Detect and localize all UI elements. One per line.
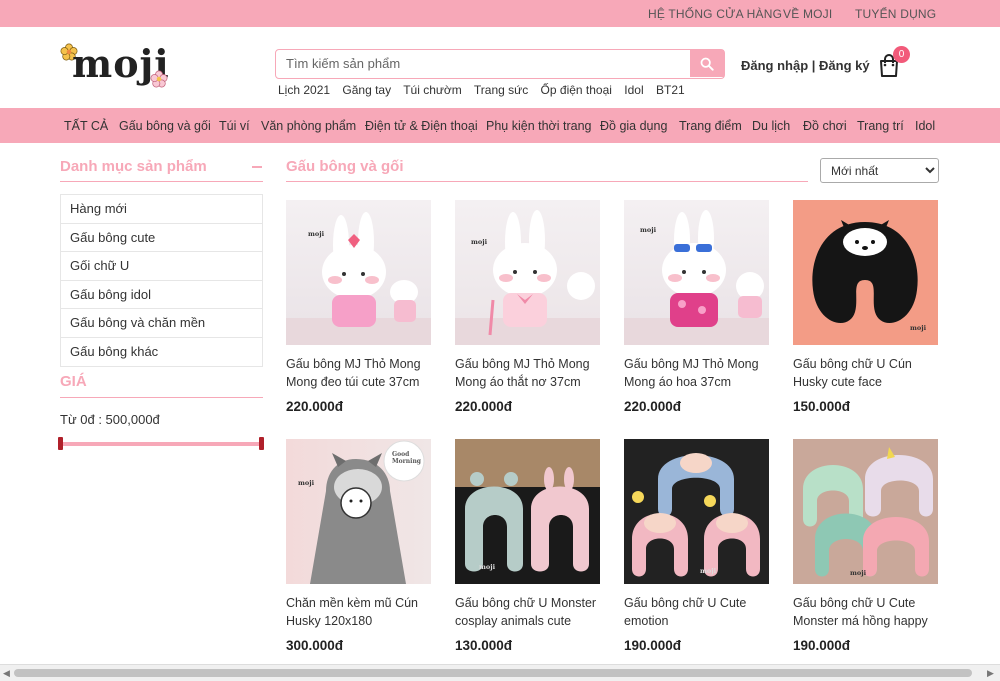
divider (60, 397, 263, 398)
nav-item-all[interactable]: TẤT CẢ (64, 119, 108, 133)
quick-link[interactable]: Găng tay (342, 83, 391, 97)
top-bar: HỆ THỐNG CỬA HÀNG VỀ MOJI TUYỂN DỤNG (0, 0, 1000, 27)
scroll-left-icon[interactable]: ◀ (3, 668, 10, 679)
product-price: 220.000đ (286, 399, 344, 414)
quick-link[interactable]: Túi chườm (403, 83, 462, 97)
product-name[interactable]: Gấu bông MJ Thỏ Mong Mong áo hoa 37cm (624, 355, 771, 393)
quick-link[interactable]: Lịch 2021 (278, 83, 330, 97)
section-title: Gấu bông và gối (286, 158, 404, 175)
product-price: 220.000đ (455, 399, 513, 414)
product-price: 150.000đ (793, 399, 851, 414)
minus-icon[interactable] (252, 166, 262, 168)
product-price: 130.000đ (455, 638, 513, 653)
category-item-new[interactable]: Hàng mới (61, 195, 262, 224)
product-price: 190.000đ (793, 638, 851, 653)
product-card[interactable]: moji Gấu bông chữ U Cute Monster má hồng… (793, 439, 940, 653)
header: moji Lịch 2021 Găng tay Túi chườm Trang … (0, 27, 1000, 108)
product-card[interactable]: moji Gấu bông chữ U Monster cosplay anim… (455, 439, 602, 653)
price-slider-min-handle[interactable] (58, 437, 63, 450)
moji-watermark: moji (298, 479, 315, 487)
nav-item-makeup[interactable]: Trang điểm (679, 119, 742, 133)
product-price: 220.000đ (624, 399, 682, 414)
product-name[interactable]: Chăn mền kèm mũ Cún Husky 120x180 (286, 594, 433, 632)
product-card[interactable]: moji Good Morning Chăn mền kèm mũ Cún Hu… (286, 439, 433, 653)
product-card[interactable]: moji Gấu bông chữ U Cute emotion 190.000… (624, 439, 771, 653)
product-name[interactable]: Gấu bông MJ Thỏ Mong Mong đeo túi cute 3… (286, 355, 433, 393)
category-item-blanket[interactable]: Gấu bông và chăn mền (61, 309, 262, 338)
careers-link[interactable]: TUYỂN DỤNG (855, 7, 936, 21)
moji-watermark: moji (479, 563, 496, 571)
nav-item-travel[interactable]: Du lịch (752, 119, 790, 133)
product-card[interactable]: moji Gấu bông chữ U Cún Husky cute face … (793, 200, 940, 414)
good-morning-note: Good Morning (392, 451, 422, 465)
product-name[interactable]: Gấu bông chữ U Cún Husky cute face (793, 355, 940, 393)
nav-item-fashion[interactable]: Phụ kiện thời trang (486, 119, 591, 133)
moji-watermark: moji (640, 226, 657, 234)
divider (60, 181, 263, 182)
main-nav: TẤT CẢ Gấu bông và gối Túi ví Văn phòng … (0, 108, 1000, 143)
category-item-idol[interactable]: Gấu bông idol (61, 281, 262, 310)
category-title: Danh mục sản phẩm (60, 158, 207, 175)
quick-links: Lịch 2021 Găng tay Túi chườm Trang sức Ố… (278, 83, 694, 97)
product-name[interactable]: Gấu bông chữ U Cute emotion (624, 594, 771, 632)
sort-select[interactable]: Mới nhất (820, 158, 939, 183)
login-register-link[interactable]: Đăng nhập | Đăng ký (741, 58, 870, 73)
nav-item-plush[interactable]: Gấu bông và gối (119, 119, 211, 133)
moji-watermark: moji (910, 324, 927, 332)
product-image[interactable]: moji (624, 200, 769, 345)
nav-item-toys[interactable]: Đồ chơi (803, 119, 847, 133)
nav-item-electronics[interactable]: Điện tử & Điện thoại (365, 119, 478, 133)
nav-item-wallets[interactable]: Túi ví (219, 119, 250, 133)
scroll-right-icon[interactable]: ▶ (987, 668, 994, 679)
product-card[interactable]: moji Gấu bông MJ Thỏ Mong Mong đeo túi c… (286, 200, 433, 414)
moji-watermark: moji (850, 569, 867, 577)
quick-link[interactable]: Idol (624, 83, 643, 97)
store-system-link[interactable]: HỆ THỐNG CỬA HÀNG (648, 7, 782, 21)
nav-item-decor[interactable]: Trang trí (857, 119, 904, 133)
product-image[interactable]: moji (624, 439, 769, 584)
product-card[interactable]: moji Gấu bông MJ Thỏ Mong Mong áo hoa 37… (624, 200, 771, 414)
flower-icon (150, 70, 168, 88)
product-image[interactable]: moji (286, 200, 431, 345)
product-image[interactable]: moji Good Morning (286, 439, 431, 584)
moji-watermark: moji (308, 230, 325, 238)
price-slider-track[interactable] (60, 442, 263, 446)
search-bar (275, 49, 725, 79)
product-price: 300.000đ (286, 638, 344, 653)
nav-item-idol[interactable]: Idol (915, 119, 935, 133)
product-price: 190.000đ (624, 638, 682, 653)
quick-link[interactable]: BT21 (656, 83, 685, 97)
price-slider-max-handle[interactable] (259, 437, 264, 450)
nav-item-household[interactable]: Đồ gia dụng (600, 119, 667, 133)
category-item-cute[interactable]: Gấu bông cute (61, 224, 262, 253)
cart-count-badge: 0 (893, 46, 910, 63)
search-button[interactable] (690, 50, 724, 77)
product-name[interactable]: Gấu bông chữ U Cute Monster má hồng happ… (793, 594, 940, 632)
product-name[interactable]: Gấu bông MJ Thỏ Mong Mong áo thắt nơ 37c… (455, 355, 602, 393)
price-title: GIÁ (60, 373, 87, 390)
product-image[interactable]: moji (455, 439, 600, 584)
horizontal-scrollbar[interactable]: ◀ ▶ (0, 664, 1000, 681)
category-item-other[interactable]: Gấu bông khác (61, 338, 262, 366)
product-name[interactable]: Gấu bông chữ U Monster cosplay animals c… (455, 594, 602, 632)
price-range-label: Từ 0đ : 500,000đ (60, 412, 160, 427)
quick-link[interactable]: Ốp điện thoại (541, 83, 612, 97)
product-card[interactable]: moji Gấu bông MJ Thỏ Mong Mong áo thắt n… (455, 200, 602, 414)
cart-button[interactable]: 0 (878, 46, 914, 81)
category-list: Hàng mới Gấu bông cute Gối chữ U Gấu bôn… (60, 194, 263, 367)
divider (286, 181, 808, 182)
moji-watermark: moji (471, 238, 488, 246)
category-item-u-pillow[interactable]: Gối chữ U (61, 252, 262, 281)
search-icon (700, 57, 714, 71)
scrollbar-thumb[interactable] (14, 669, 972, 677)
moji-watermark: moji (700, 567, 717, 575)
about-moji-link[interactable]: VỀ MOJI (783, 7, 832, 21)
search-input[interactable] (276, 50, 688, 77)
product-image[interactable]: moji (793, 439, 938, 584)
quick-link[interactable]: Trang sức (474, 83, 528, 97)
moji-logo[interactable]: moji (60, 39, 172, 91)
nav-item-stationery[interactable]: Văn phòng phẩm (261, 119, 356, 133)
product-image[interactable]: moji (455, 200, 600, 345)
product-image[interactable]: moji (793, 200, 938, 345)
